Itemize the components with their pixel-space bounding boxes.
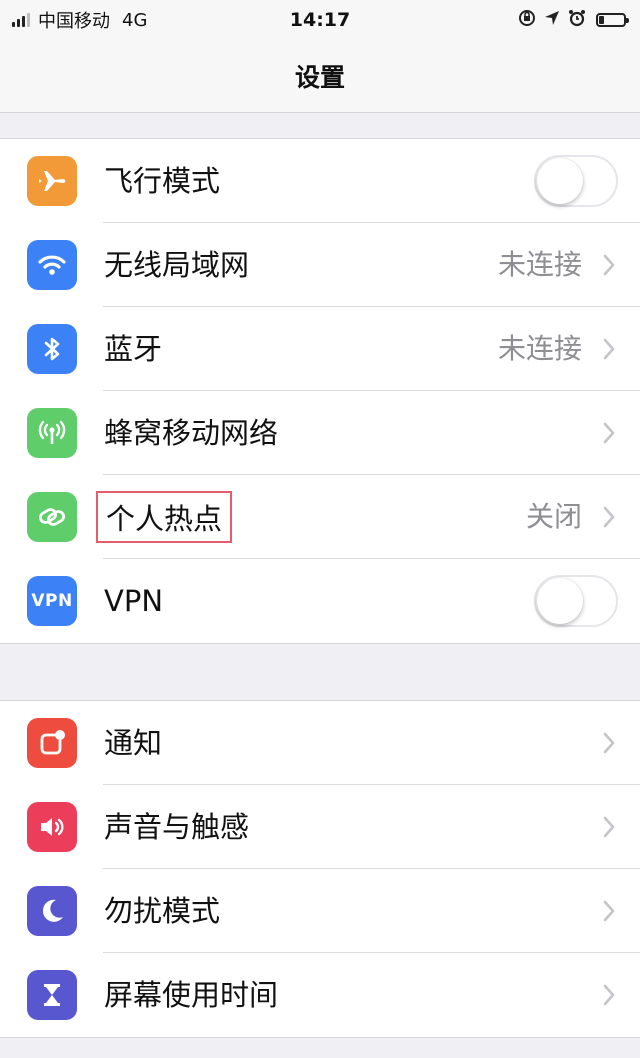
bluetooth-status: 未连接 xyxy=(497,332,582,365)
settings-row-personal-hotspot[interactable]: 个人热点 关闭 xyxy=(0,475,640,559)
personal-hotspot-label: 个人热点 xyxy=(96,491,233,543)
vpn-toggle[interactable] xyxy=(534,575,618,627)
moon-icon xyxy=(27,886,77,936)
settings-screen: 中国移动 4G 14:17 设置 飞行模式 无线局域网 未连接 蓝牙 未连接 蜂… xyxy=(0,0,640,1058)
airplane-icon xyxy=(27,156,77,206)
alarm-icon xyxy=(568,9,586,31)
orientation-lock-icon xyxy=(518,9,536,31)
bluetooth-icon xyxy=(27,324,77,374)
chevron-right-icon xyxy=(598,732,620,754)
notifications-label: 通知 xyxy=(104,726,163,760)
chevron-right-icon xyxy=(598,422,620,444)
notifications-group: 通知 声音与触感 勿扰模式 屏幕使用时间 xyxy=(0,700,640,1038)
settings-row-do-not-disturb[interactable]: 勿扰模式 xyxy=(0,869,640,953)
settings-row-screen-time[interactable]: 屏幕使用时间 xyxy=(0,953,640,1037)
chevron-right-icon xyxy=(598,254,620,276)
airplane-mode-label: 飞行模式 xyxy=(104,164,221,198)
chevron-right-icon xyxy=(598,984,620,1006)
screen-time-label: 屏幕使用时间 xyxy=(104,978,279,1012)
vpn-icon-text: VPN xyxy=(31,591,73,611)
airplane-mode-toggle[interactable] xyxy=(534,155,618,207)
sounds-label: 声音与触感 xyxy=(104,810,250,844)
connectivity-group: 飞行模式 无线局域网 未连接 蓝牙 未连接 蜂窝移动网络 个人热点 关闭 VPN… xyxy=(0,138,640,644)
settings-row-wifi[interactable]: 无线局域网 未连接 xyxy=(0,223,640,307)
chevron-right-icon xyxy=(598,900,620,922)
settings-row-cellular[interactable]: 蜂窝移动网络 xyxy=(0,391,640,475)
status-right xyxy=(510,8,629,32)
battery-icon xyxy=(596,13,629,27)
location-arrow-icon xyxy=(544,10,560,30)
notifications-icon xyxy=(27,718,77,768)
status-bar: 中国移动 4G 14:17 xyxy=(0,0,640,40)
settings-row-airplane-mode[interactable]: 飞行模式 xyxy=(0,139,640,223)
wifi-label: 无线局域网 xyxy=(104,248,250,282)
chevron-right-icon xyxy=(598,338,620,360)
wifi-status: 未连接 xyxy=(497,248,582,281)
vpn-label: VPN xyxy=(104,584,164,618)
settings-row-bluetooth[interactable]: 蓝牙 未连接 xyxy=(0,307,640,391)
wifi-icon xyxy=(27,240,77,290)
personal-hotspot-status: 关闭 xyxy=(525,500,582,533)
speaker-icon xyxy=(27,802,77,852)
settings-row-vpn[interactable]: VPN VPN xyxy=(0,559,640,643)
hourglass-icon xyxy=(27,970,77,1020)
settings-row-sounds[interactable]: 声音与触感 xyxy=(0,785,640,869)
navigation-bar: 设置 xyxy=(0,40,640,113)
do-not-disturb-label: 勿扰模式 xyxy=(104,894,221,928)
chevron-right-icon xyxy=(598,816,620,838)
settings-row-notifications[interactable]: 通知 xyxy=(0,701,640,785)
chevron-right-icon xyxy=(598,506,620,528)
vpn-icon: VPN xyxy=(27,576,77,626)
hotspot-link-icon xyxy=(27,492,77,542)
cellular-label: 蜂窝移动网络 xyxy=(104,416,279,450)
page-title: 设置 xyxy=(294,63,345,92)
bluetooth-label: 蓝牙 xyxy=(104,332,163,366)
cellular-antenna-icon xyxy=(27,408,77,458)
